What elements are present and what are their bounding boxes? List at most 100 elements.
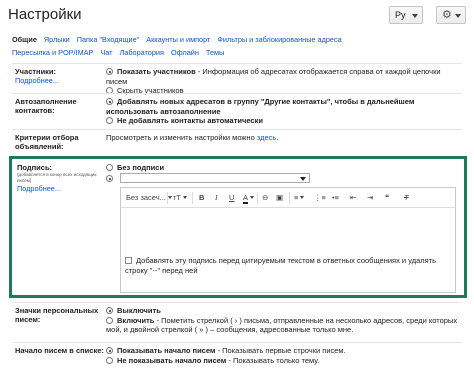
font-size-icon[interactable]: ᴛT [173, 193, 188, 202]
signature-text-area[interactable] [121, 209, 455, 249]
radio-selected-icon[interactable] [106, 347, 113, 354]
no-signature-option[interactable]: Без подписи [106, 163, 462, 172]
radio-icon[interactable] [106, 117, 113, 124]
tab-general[interactable]: Общие [12, 33, 37, 46]
tab-offline[interactable]: Офлайн [171, 46, 199, 59]
show-snippets-label: Показывать начало писем [117, 346, 216, 355]
auto-add-option[interactable]: Добавлять новых адресатов в группу "Друг… [106, 97, 462, 116]
signature-section: Подпись: (добавляется в конце всех исход… [9, 156, 467, 298]
signature-radio-selected[interactable] [106, 175, 113, 182]
snippets-row: Начало писем в списке: Показывать начало… [12, 342, 462, 372]
language-label: Ру [395, 10, 406, 20]
hide-snippets-label: Не показывать начало писем [117, 355, 227, 365]
radio-selected-icon[interactable] [106, 307, 113, 314]
hide-snippets-option[interactable]: Не показывать начало писем - Показывать … [106, 356, 462, 366]
show-participants-label: Показать участников [117, 67, 196, 76]
radio-icon[interactable] [106, 356, 113, 364]
badges-off-label: Выключить [117, 306, 161, 315]
signature-before-quote-label: Добавлять эту подпись перед цитируемым т… [125, 256, 437, 275]
badges-off-option[interactable]: Выключить [106, 306, 462, 316]
participants-more-link[interactable]: Подробнее... [15, 76, 105, 85]
signature-more-link[interactable]: Подробнее... [17, 184, 105, 193]
toolbar-divider [257, 192, 258, 204]
toolbar-divider [167, 192, 168, 204]
signature-before-quote-option[interactable]: Добавлять эту подпись перед цитируемым т… [125, 256, 453, 275]
participants-options: Показать участников - Информация об адре… [106, 67, 462, 96]
signature-options: Без подписи Без засеч... ᴛT B I U A ⊖ ▣ … [106, 163, 462, 293]
ad-criteria-desc: Просмотреть и изменить настройки можно [106, 133, 257, 142]
align-icon[interactable]: ≡ [294, 193, 305, 202]
language-button[interactable]: Ру [389, 6, 423, 24]
italic-icon[interactable]: I [215, 193, 218, 202]
chevron-down-icon [167, 196, 172, 199]
text-color-icon[interactable]: A [243, 193, 255, 204]
no-auto-add-label: Не добавлять контакты автоматически [117, 116, 263, 125]
participants-row: Участники: Подробнее... Показать участни… [12, 63, 462, 96]
personal-badges-row: Значки персональных писем: Выключить Вкл… [12, 302, 462, 342]
bulleted-list-icon[interactable]: •≡ [332, 193, 339, 202]
radio-icon[interactable] [106, 164, 113, 171]
remove-formatting-icon[interactable]: T [404, 193, 409, 202]
tab-labs[interactable]: Лаборатория [120, 46, 164, 59]
chevron-down-icon [183, 196, 188, 199]
tab-themes[interactable]: Темы [206, 46, 224, 59]
show-participants-option[interactable]: Показать участников - Информация об адре… [106, 67, 462, 86]
show-snippets-desc: - Показывать первые строчки писем. [215, 346, 346, 355]
autocomplete-options: Добавлять новых адресатов в группу "Друг… [106, 97, 462, 126]
auto-add-label: Добавлять новых адресатов в группу "Друг… [106, 97, 415, 116]
tab-filters[interactable]: Фильтры и заблокированные адреса [217, 33, 341, 46]
radio-selected-icon[interactable] [106, 68, 113, 75]
chevron-down-icon [412, 14, 418, 18]
page-title: Настройки [8, 6, 82, 23]
snippets-label: Начало писем в списке: [15, 346, 104, 355]
link-icon[interactable]: ⊖ [262, 193, 268, 202]
gear-icon: ⚙ [442, 9, 452, 21]
toolbar-divider [289, 192, 290, 204]
image-icon[interactable]: ▣ [276, 193, 283, 202]
ad-criteria-row: Критерии отбора объявлений: Просмотреть … [12, 129, 462, 156]
autocomplete-row: Автозаполнение контактов: Добавлять новы… [12, 93, 462, 129]
participants-label: Участники: Подробнее... [15, 67, 105, 85]
settings-tabs: Общие Ярлыки Папка "Входящие" Аккаунты и им… [12, 33, 472, 59]
ad-criteria-end: . [276, 133, 279, 142]
tab-labels[interactable]: Ярлыки [44, 33, 70, 46]
chevron-down-icon [455, 14, 461, 18]
checkbox-icon[interactable] [125, 257, 132, 264]
ad-criteria-link[interactable]: здесь [257, 133, 276, 142]
tab-inbox[interactable]: Папка "Входящие" [77, 33, 139, 46]
participants-label-text: Участники: [15, 67, 57, 76]
ad-criteria-text: Просмотреть и изменить настройки можно з… [106, 133, 462, 143]
tab-forwarding[interactable]: Пересылка и POP/IMAP [12, 46, 93, 59]
no-auto-add-option[interactable]: Не добавлять контакты автоматически [106, 116, 462, 126]
personal-badges-label: Значки персональных писем: [15, 306, 99, 324]
tab-accounts[interactable]: Аккаунты и импорт [146, 33, 210, 46]
signature-label-text: Подпись: [17, 163, 53, 172]
tab-chat[interactable]: Чат [100, 46, 112, 59]
ad-criteria-label: Критерии отбора объявлений: [15, 133, 79, 151]
toolbar-divider [192, 192, 193, 204]
chevron-down-icon [250, 196, 255, 199]
editor-toolbar: Без засеч... ᴛT B I U A ⊖ ▣ ≡ ⋮≡ •≡ ⇤ ⇥ … [121, 188, 455, 208]
autocomplete-label: Автозаполнение контактов: [15, 97, 77, 115]
settings-gear-button[interactable]: ⚙ [436, 6, 466, 24]
radio-icon[interactable] [106, 316, 113, 324]
header: Настройки Ру ⚙ [0, 0, 474, 30]
signature-editor: Без засеч... ᴛT B I U A ⊖ ▣ ≡ ⋮≡ •≡ ⇤ ⇥ … [120, 187, 456, 293]
font-family-label: Без засеч... [126, 193, 166, 202]
radio-selected-icon[interactable] [106, 98, 113, 105]
indent-less-icon[interactable]: ⇤ [350, 193, 356, 202]
numbered-list-icon[interactable]: ⋮≡ [314, 193, 326, 202]
signature-account-select[interactable] [120, 173, 310, 183]
underline-icon[interactable]: U [229, 193, 234, 202]
badges-on-label: Включить [117, 315, 155, 325]
font-family-select[interactable]: Без засеч... [126, 193, 172, 202]
snippets-options: Показывать начало писем - Показывать пер… [106, 346, 462, 365]
indent-more-icon[interactable]: ⇥ [367, 193, 373, 202]
badges-on-option[interactable]: Включить - Пометить стрелкой ( › ) письм… [106, 316, 462, 335]
bold-icon[interactable]: B [199, 193, 204, 202]
chevron-down-icon [300, 196, 305, 199]
personal-badges-options: Выключить Включить - Пометить стрелкой (… [106, 306, 462, 335]
chevron-down-icon [300, 177, 306, 181]
show-snippets-option[interactable]: Показывать начало писем - Показывать пер… [106, 346, 462, 356]
quote-icon[interactable]: ❝ [385, 193, 389, 202]
